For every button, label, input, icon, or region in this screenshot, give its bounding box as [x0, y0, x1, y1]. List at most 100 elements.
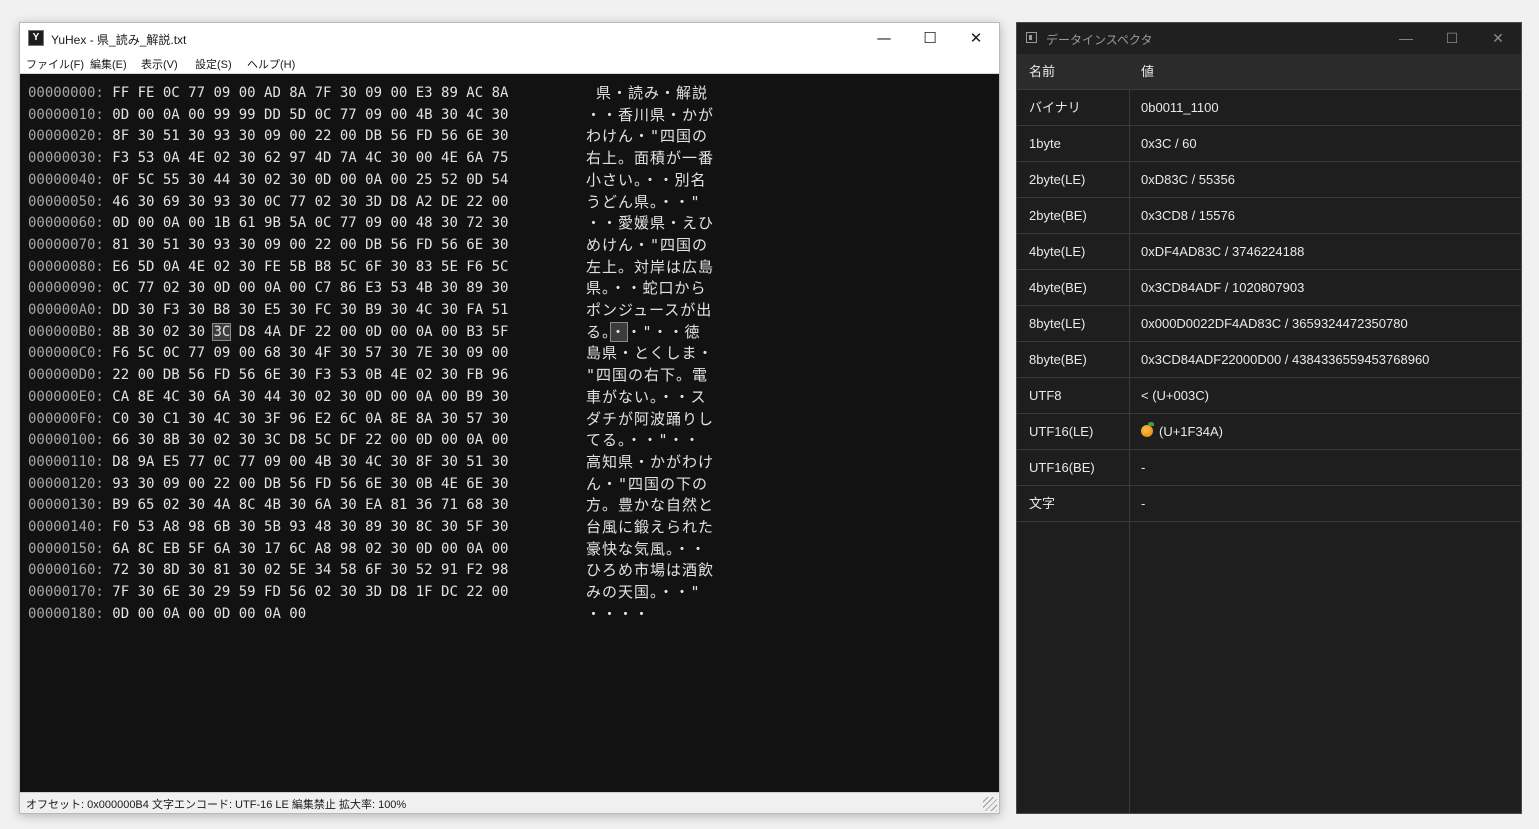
hex-row-text[interactable]: 台風に鍛えられた [586, 517, 714, 537]
hex-row-bytes[interactable]: 81 30 51 30 93 30 09 00 22 00 DB 56 FD 5… [112, 237, 508, 253]
resize-grip[interactable] [983, 797, 997, 811]
hex-row-bytes[interactable]: 0D 00 0A 00 1B 61 9B 5A 0C 77 09 00 48 3… [112, 215, 508, 231]
hex-row[interactable]: 00000180: 0D 00 0A 00 0D 00 0A 00 [28, 604, 306, 624]
hex-row-bytes[interactable]: 72 30 8D 30 81 30 02 5E 34 58 6F 30 52 9… [112, 562, 508, 578]
hex-row-text[interactable]: 左上。対岸は広島 [586, 257, 714, 277]
hex-row[interactable]: 00000130: B9 65 02 30 4A 8C 4B 30 6A 30 … [28, 495, 508, 515]
hex-row[interactable]: 000000C0: F6 5C 0C 77 09 00 68 30 4F 30 … [28, 343, 508, 363]
maximize-button[interactable]: ☐ [907, 23, 953, 53]
hex-row[interactable]: 00000120: 93 30 09 00 22 00 DB 56 FD 56 … [28, 474, 508, 494]
hex-row[interactable]: 00000000: FF FE 0C 77 09 00 AD 8A 7F 30 … [28, 83, 508, 103]
hex-row-text[interactable]: 高知県・かがわけ [586, 452, 714, 472]
hex-row-bytes[interactable]: 93 30 09 00 22 00 DB 56 FD 56 6E 30 0B 4… [112, 476, 508, 492]
hex-row-text[interactable]: 県・読み・解説 [586, 83, 708, 103]
hex-row-bytes[interactable]: 0C 77 02 30 0D 00 0A 00 C7 86 E3 53 4B 3… [112, 280, 508, 296]
hex-row-bytes[interactable]: B9 65 02 30 4A 8C 4B 30 6A 30 EA 81 36 7… [112, 497, 508, 513]
hex-row[interactable]: 00000010: 0D 00 0A 00 99 99 DD 5D 0C 77 … [28, 105, 508, 125]
close-button[interactable]: ✕ [953, 23, 999, 53]
hex-row-text[interactable]: ポンジュースが出 [586, 300, 712, 320]
hex-row-bytes[interactable]: 7F 30 6E 30 29 59 FD 56 02 30 3D D8 1F D… [112, 584, 508, 600]
hex-row[interactable]: 000000B0: 8B 30 02 30 3C D8 4A DF 22 00 … [28, 322, 508, 342]
hex-row-text[interactable]: 豪快な気風。・・ [586, 539, 707, 559]
inspector-close-button[interactable]: ✕ [1475, 23, 1521, 53]
inspector-row[interactable]: 4byte(BE) 0x3CD84ADF / 1020807903 [1017, 270, 1521, 306]
hex-row-text[interactable]: ダチが阿波踊りし [586, 409, 714, 429]
hex-row[interactable]: 000000E0: CA 8E 4C 30 6A 30 44 30 02 30 … [28, 387, 508, 407]
hex-row-bytes[interactable]: DD 30 F3 30 B8 30 E5 30 FC 30 B9 30 4C 3… [112, 302, 508, 318]
hex-row-text[interactable]: 小さい。・・別名 [586, 170, 707, 190]
hex-row[interactable]: 000000A0: DD 30 F3 30 B8 30 E5 30 FC 30 … [28, 300, 508, 320]
hex-row[interactable]: 000000F0: C0 30 C1 30 4C 30 3F 96 E2 6C … [28, 409, 508, 429]
hex-row[interactable]: 00000040: 0F 5C 55 30 44 30 02 30 0D 00 … [28, 170, 508, 190]
menu-help[interactable]: ヘルプ(H) [247, 56, 295, 72]
hex-row[interactable]: 00000050: 46 30 69 30 93 30 0C 77 02 30 … [28, 192, 508, 212]
hex-row-text[interactable]: ・・香川県・かが [586, 105, 714, 125]
hex-row-bytes[interactable]: CA 8E 4C 30 6A 30 44 30 02 30 0D 00 0A 0… [112, 389, 508, 405]
hex-row[interactable]: 000000D0: 22 00 DB 56 FD 56 6E 30 F3 53 … [28, 365, 508, 385]
hex-row[interactable]: 00000060: 0D 00 0A 00 1B 61 9B 5A 0C 77 … [28, 213, 508, 233]
hex-row-bytes[interactable]: F3 53 0A 4E 02 30 62 97 4D 7A 4C 30 00 4… [112, 150, 508, 166]
inspector-row[interactable]: 8byte(LE) 0x000D0022DF4AD83C / 3659324472… [1017, 306, 1521, 342]
inspector-row[interactable]: UTF16(BE) - [1017, 450, 1521, 486]
hex-row[interactable]: 00000020: 8F 30 51 30 93 30 09 00 22 00 … [28, 126, 508, 146]
inspector-row[interactable]: 2byte(BE) 0x3CD8 / 15576 [1017, 198, 1521, 234]
hex-row[interactable]: 00000150: 6A 8C EB 5F 6A 30 17 6C A8 98 … [28, 539, 508, 559]
hex-row-bytes[interactable]: 6A 8C EB 5F 6A 30 17 6C A8 98 02 30 0D 0… [112, 541, 508, 557]
hex-row-bytes[interactable]: C0 30 C1 30 4C 30 3F 96 E2 6C 0A 8E 8A 3… [112, 411, 508, 427]
inspector-row[interactable]: バイナリ 0b0011_1100 [1017, 90, 1521, 126]
inspector-row[interactable]: 1byte 0x3C / 60 [1017, 126, 1521, 162]
hex-row-text[interactable]: ひろめ市場は酒飲 [586, 560, 714, 580]
hex-row-text[interactable]: る。・・"・・徳 [586, 321, 701, 342]
hex-row[interactable]: 00000140: F0 53 A8 98 6B 30 5B 93 48 30 … [28, 517, 508, 537]
hex-row-text[interactable]: 右上。面積が一番 [586, 148, 714, 168]
minimize-button[interactable]: — [861, 23, 907, 53]
hex-row-text[interactable]: わけん・"四国の [586, 126, 708, 146]
menu-settings[interactable]: 設定(S) [195, 56, 232, 72]
hex-row-text[interactable]: めけん・"四国の [586, 235, 708, 255]
inspector-minimize-button[interactable]: — [1383, 23, 1429, 53]
hex-row-bytes[interactable]: E6 5D 0A 4E 02 30 FE 5B B8 5C 6F 30 83 5… [112, 259, 508, 275]
inspector-row[interactable]: 4byte(LE) 0xDF4AD83C / 3746224188 [1017, 234, 1521, 270]
inspector-row[interactable]: 2byte(LE) 0xD83C / 55356 [1017, 162, 1521, 198]
hex-row-text[interactable]: "四国の右下。電 [586, 365, 708, 385]
hex-row-text[interactable]: ・・愛媛県・えひ [586, 213, 714, 233]
hex-row-bytes[interactable]: 66 30 8B 30 02 30 3C D8 5C DF 22 00 0D 0… [112, 432, 508, 448]
hex-row-text[interactable]: てる。・・"・・ [586, 430, 701, 450]
hex-row[interactable]: 00000030: F3 53 0A 4E 02 30 62 97 4D 7A … [28, 148, 508, 168]
hex-row-text[interactable]: みの天国。・・" [586, 582, 701, 602]
hex-row-text[interactable]: 県。・・蛇口から [586, 278, 707, 298]
title-bar[interactable]: Y YuHex - 県_読み_解説.txt — ☐ ✕ [20, 23, 999, 53]
inspector-maximize-button[interactable]: ☐ [1429, 23, 1475, 53]
hex-row[interactable]: 00000160: 72 30 8D 30 81 30 02 5E 34 58 … [28, 560, 508, 580]
hex-row-text[interactable]: うどん県。・・" [586, 192, 701, 212]
hex-row[interactable]: 00000080: E6 5D 0A 4E 02 30 FE 5B B8 5C … [28, 257, 508, 277]
menu-view[interactable]: 表示(V) [141, 56, 178, 72]
hex-row-bytes[interactable]: 8F 30 51 30 93 30 09 00 22 00 DB 56 FD 5… [112, 128, 508, 144]
hex-row-text[interactable]: ん・"四国の下の [586, 474, 708, 494]
hex-row-text[interactable]: 方。豊かな自然と [586, 495, 714, 515]
hex-row-bytes[interactable]: F6 5C 0C 77 09 00 68 30 4F 30 57 30 7E 3… [112, 345, 508, 361]
inspector-title-bar[interactable]: データインスペクタ — ☐ ✕ [1017, 23, 1521, 53]
inspector-row[interactable]: 8byte(BE) 0x3CD84ADF22000D00 / 4384336559… [1017, 342, 1521, 378]
hex-row-bytes[interactable]: 0D 00 0A 00 99 99 DD 5D 0C 77 09 00 4B 3… [112, 107, 508, 123]
hex-row-text[interactable]: 車がない。・・ス [586, 387, 707, 407]
hex-row-bytes[interactable]: 8B 30 02 30 3C D8 4A DF 22 00 0D 00 0A 0… [112, 322, 508, 341]
hex-row-bytes[interactable]: 0D 00 0A 00 0D 00 0A 00 [112, 606, 306, 622]
hex-row[interactable]: 00000100: 66 30 8B 30 02 30 3C D8 5C DF … [28, 430, 508, 450]
hex-row[interactable]: 00000070: 81 30 51 30 93 30 09 00 22 00 … [28, 235, 508, 255]
inspector-row[interactable]: UTF8 < (U+003C) [1017, 378, 1521, 414]
hex-row-bytes[interactable]: 46 30 69 30 93 30 0C 77 02 30 3D D8 A2 D… [112, 194, 508, 210]
menu-edit[interactable]: 編集(E) [90, 56, 127, 72]
selected-cursor[interactable]: ・ [609, 321, 628, 342]
hex-row-text[interactable]: 島県・とくしま・ [586, 343, 714, 363]
hex-row[interactable]: 00000170: 7F 30 6E 30 29 59 FD 56 02 30 … [28, 582, 508, 602]
inspector-row[interactable]: 文字 - [1017, 486, 1521, 522]
inspector-row[interactable]: UTF16(LE) (U+1F34A) [1017, 414, 1521, 450]
hex-row-bytes[interactable]: FF FE 0C 77 09 00 AD 8A 7F 30 09 00 E3 8… [112, 85, 508, 101]
hex-row[interactable]: 00000110: D8 9A E5 77 0C 77 09 00 4B 30 … [28, 452, 508, 472]
hex-row-bytes[interactable]: 0F 5C 55 30 44 30 02 30 0D 00 0A 00 25 5… [112, 172, 508, 188]
hex-row[interactable]: 00000090: 0C 77 02 30 0D 00 0A 00 C7 86 … [28, 278, 508, 298]
hex-row-bytes[interactable]: F0 53 A8 98 6B 30 5B 93 48 30 89 30 8C 3… [112, 519, 508, 535]
menu-file[interactable]: ファイル(F) [26, 56, 84, 72]
hex-row-bytes[interactable]: D8 9A E5 77 0C 77 09 00 4B 30 4C 30 8F 3… [112, 454, 508, 470]
